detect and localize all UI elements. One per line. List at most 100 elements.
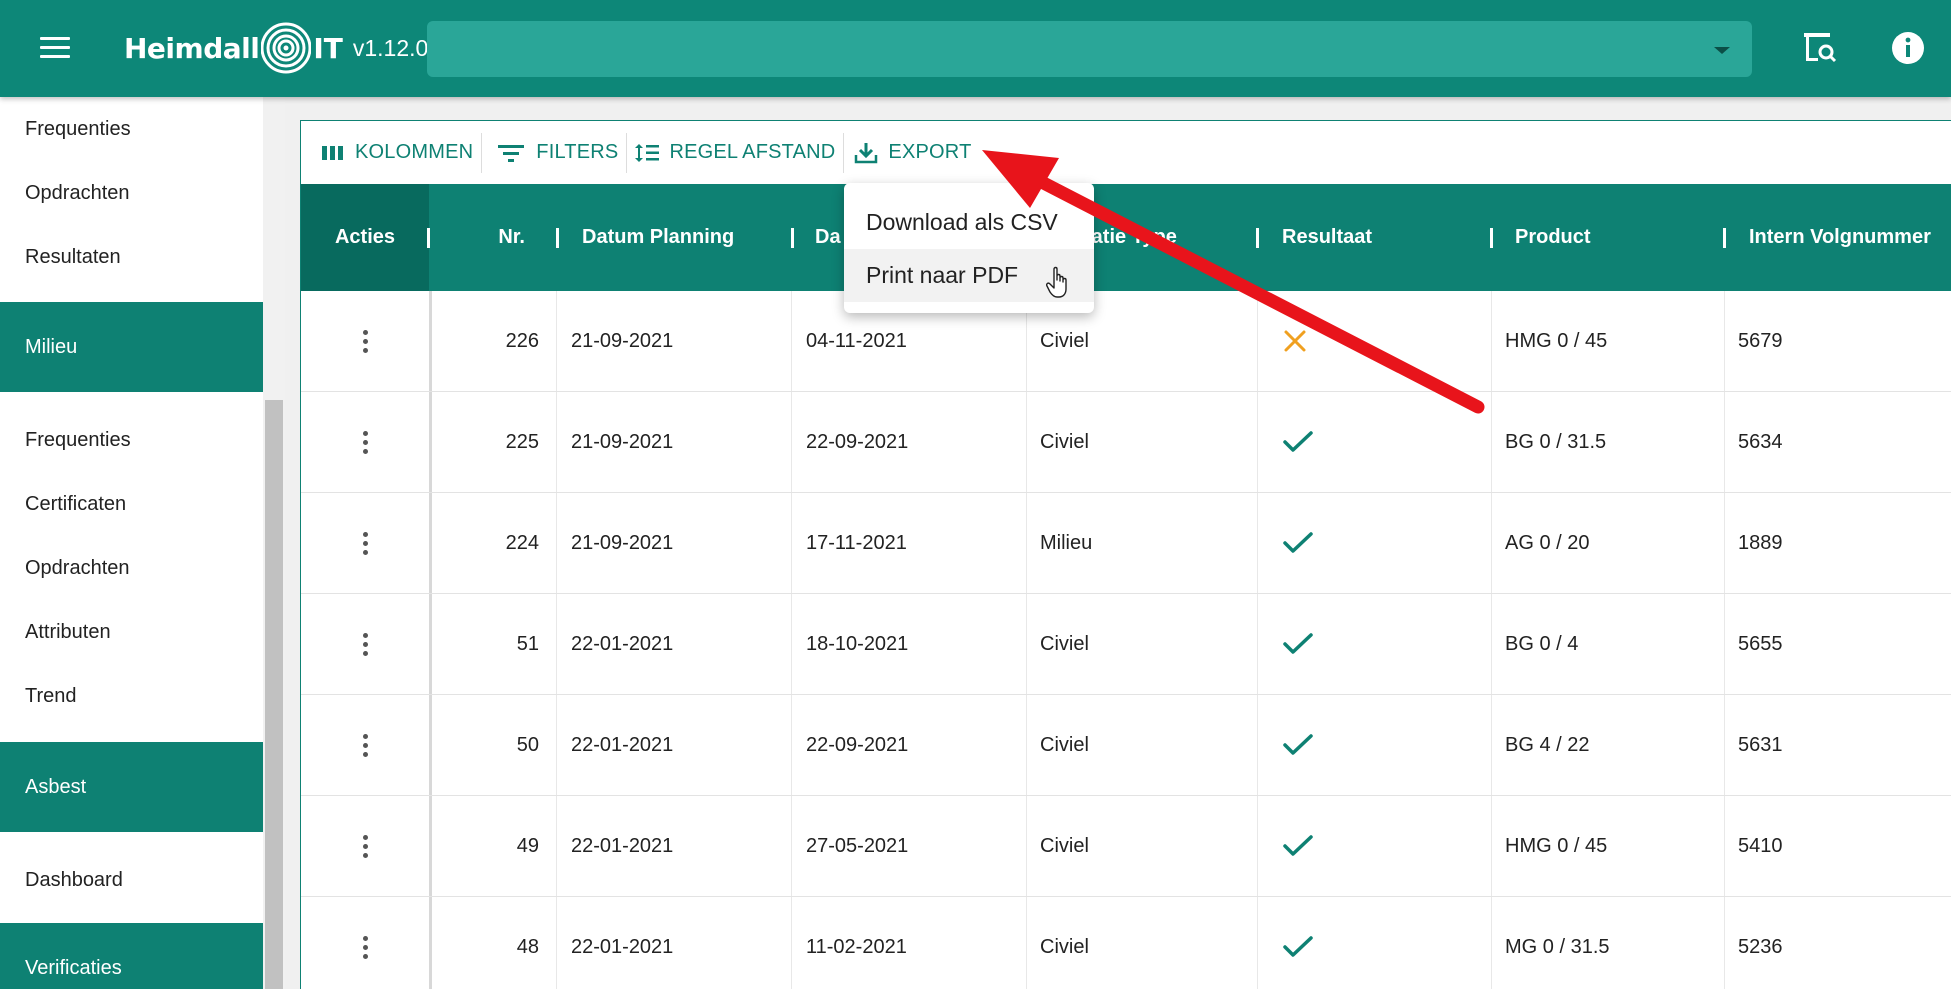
sidebar-item-opdrachten[interactable]: Opdrachten <box>0 161 263 225</box>
column-separator[interactable] <box>791 228 794 248</box>
sidebar-item-opdrachten[interactable]: Opdrachten <box>0 536 263 600</box>
more-vert-icon <box>362 429 368 456</box>
cell-resultaat <box>1283 897 1343 989</box>
hamburger-icon[interactable] <box>40 37 70 59</box>
cell-verificatie-type: Milieu <box>1040 531 1093 554</box>
table-row[interactable]: 50 22-01-2021 22-09-2021 Civiel BG 4 / 22 563… <box>301 695 1951 796</box>
sidebar-item-resultaten[interactable]: Resultaten <box>0 225 263 289</box>
download-csv-item[interactable]: Download als CSV <box>844 196 1094 249</box>
column-header-acties[interactable]: Acties <box>301 184 429 291</box>
filter-icon <box>498 144 525 162</box>
sidebar-item-trend[interactable]: Trend <box>0 664 263 728</box>
row-actions-menu[interactable] <box>301 493 429 593</box>
column-header-nr[interactable]: Nr. <box>429 184 533 291</box>
check-icon <box>1283 835 1313 856</box>
column-header-label: Da <box>815 226 841 248</box>
sidebar-item-label: Trend <box>25 684 77 707</box>
cell-verificatie-type: Civiel <box>1040 935 1089 958</box>
row-actions-menu[interactable] <box>301 897 429 989</box>
filters-label: FILTERS <box>536 141 619 163</box>
hand-cursor-icon <box>1046 266 1067 298</box>
sidebar-item-frequenties[interactable]: Frequenties <box>0 408 263 472</box>
cell-datum: 22-09-2021 <box>806 430 909 453</box>
cell-nr: 50 <box>516 733 539 756</box>
column-header-label: Nr. <box>498 226 525 248</box>
column-separator[interactable] <box>1256 228 1259 248</box>
sidebar-item-frequenties[interactable]: Frequenties <box>0 97 263 161</box>
more-vert-icon <box>362 732 368 759</box>
column-header-label: Datum Planning <box>582 226 735 248</box>
cell-product: MG 0 / 31.5 <box>1505 935 1610 958</box>
check-icon <box>1283 532 1313 553</box>
cell-datum: 11-02-2021 <box>806 935 907 958</box>
cell-resultaat <box>1283 594 1343 694</box>
cell-datum-planning: 21-09-2021 <box>571 430 674 453</box>
sidebar-section-label: Asbest <box>25 775 87 798</box>
cell-intern-volgnummer: 5410 <box>1738 834 1783 857</box>
table-row[interactable]: 51 22-01-2021 18-10-2021 Civiel BG 0 / 4 5655 <box>301 594 1951 695</box>
menu-item-label: Download als CSV <box>866 209 1058 235</box>
cell-product: BG 0 / 31.5 <box>1505 430 1607 453</box>
filters-button[interactable]: FILTERS <box>482 132 628 173</box>
column-header-datum-planning[interactable]: Datum Planning <box>582 184 782 291</box>
cell-resultaat <box>1283 291 1343 391</box>
row-actions-menu[interactable] <box>301 695 429 795</box>
cell-verificatie-type: Civiel <box>1040 834 1089 857</box>
check-icon <box>1283 734 1313 755</box>
table-header: Acties Nr. Datum Planning Da icatie Type… <box>301 184 1951 291</box>
cell-nr: 225 <box>505 430 539 453</box>
sidebar-item-dashboard[interactable]: Dashboard <box>0 848 263 912</box>
kolommen-button[interactable]: KOLOMMEN <box>313 132 483 173</box>
cell-nr: 224 <box>505 531 539 554</box>
sidebar-section-verificaties[interactable]: Verificaties <box>0 923 263 989</box>
row-actions-menu[interactable] <box>301 796 429 896</box>
table-row[interactable]: 226 21-09-2021 04-11-2021 Civiel HMG 0 / 45 5… <box>301 291 1951 392</box>
cell-verificatie-type: Civiel <box>1040 430 1089 453</box>
column-separator[interactable] <box>1723 228 1726 248</box>
table-row[interactable]: 225 21-09-2021 22-09-2021 Civiel BG 0 / 31.5… <box>301 392 1951 493</box>
sidebar-item-certificaten[interactable]: Certificaten <box>0 472 263 536</box>
sidebar-item-attributen[interactable]: Attributen <box>0 600 263 664</box>
column-header-product[interactable]: Product <box>1515 184 1695 291</box>
table-row[interactable]: 49 22-01-2021 27-05-2021 Civiel HMG 0 / 45 54… <box>301 796 1951 897</box>
column-separator[interactable] <box>1490 228 1493 248</box>
sidebar-item-label: Frequenties <box>25 428 131 451</box>
grid-toolbar: KOLOMMEN FILTERS REGEL AFSTAND EXPORT <box>301 121 1951 184</box>
logo-eye-icon <box>261 22 312 74</box>
data-grid: KOLOMMEN FILTERS REGEL AFSTAND EXPORT Ac… <box>300 120 1951 989</box>
sidebar-scrollbar-thumb[interactable] <box>265 400 283 989</box>
regel-afstand-label: REGEL AFSTAND <box>669 141 836 163</box>
cell-verificatie-type: Civiel <box>1040 733 1089 756</box>
cell-intern-volgnummer: 1889 <box>1738 531 1783 554</box>
more-vert-icon <box>362 934 368 961</box>
row-actions-menu[interactable] <box>301 291 429 391</box>
sidebar-section-label: Milieu <box>25 335 78 358</box>
cell-nr: 48 <box>516 935 539 958</box>
table-row[interactable]: 48 22-01-2021 11-02-2021 Civiel MG 0 / 31.5 5… <box>301 897 1951 989</box>
column-header-verificatie-type[interactable]: icatie Type <box>1075 184 1225 291</box>
export-button[interactable]: EXPORT <box>844 133 979 173</box>
column-header-intern-volgnummer[interactable]: Intern Volgnummer <box>1749 184 1951 291</box>
cell-resultaat <box>1283 796 1343 896</box>
column-separator[interactable] <box>556 228 559 248</box>
sidebar-section-milieu[interactable]: Milieu <box>0 302 263 392</box>
cell-intern-volgnummer: 5679 <box>1738 329 1783 352</box>
column-header-label: Acties <box>334 226 396 248</box>
sidebar-item-label: Dashboard <box>25 868 123 891</box>
sidebar-section-asbest[interactable]: Asbest <box>0 742 263 832</box>
table-row[interactable]: 224 21-09-2021 17-11-2021 Milieu AG 0 / 20 18… <box>301 493 1951 594</box>
cross-icon <box>1284 330 1306 352</box>
column-header-resultaat[interactable]: Resultaat <box>1282 184 1462 291</box>
project-select[interactable] <box>427 21 1752 77</box>
cell-nr: 51 <box>516 632 539 655</box>
cell-datum-planning: 22-01-2021 <box>571 935 674 958</box>
print-pdf-item[interactable]: Print naar PDF <box>844 249 1094 302</box>
check-icon <box>1283 633 1313 654</box>
search-history-icon[interactable] <box>1802 30 1838 66</box>
cell-intern-volgnummer: 5655 <box>1738 632 1783 655</box>
cell-product: BG 0 / 4 <box>1505 632 1579 655</box>
row-actions-menu[interactable] <box>301 392 429 492</box>
row-actions-menu[interactable] <box>301 594 429 694</box>
regel-afstand-button[interactable]: REGEL AFSTAND <box>627 132 845 173</box>
info-icon[interactable] <box>1890 30 1926 66</box>
